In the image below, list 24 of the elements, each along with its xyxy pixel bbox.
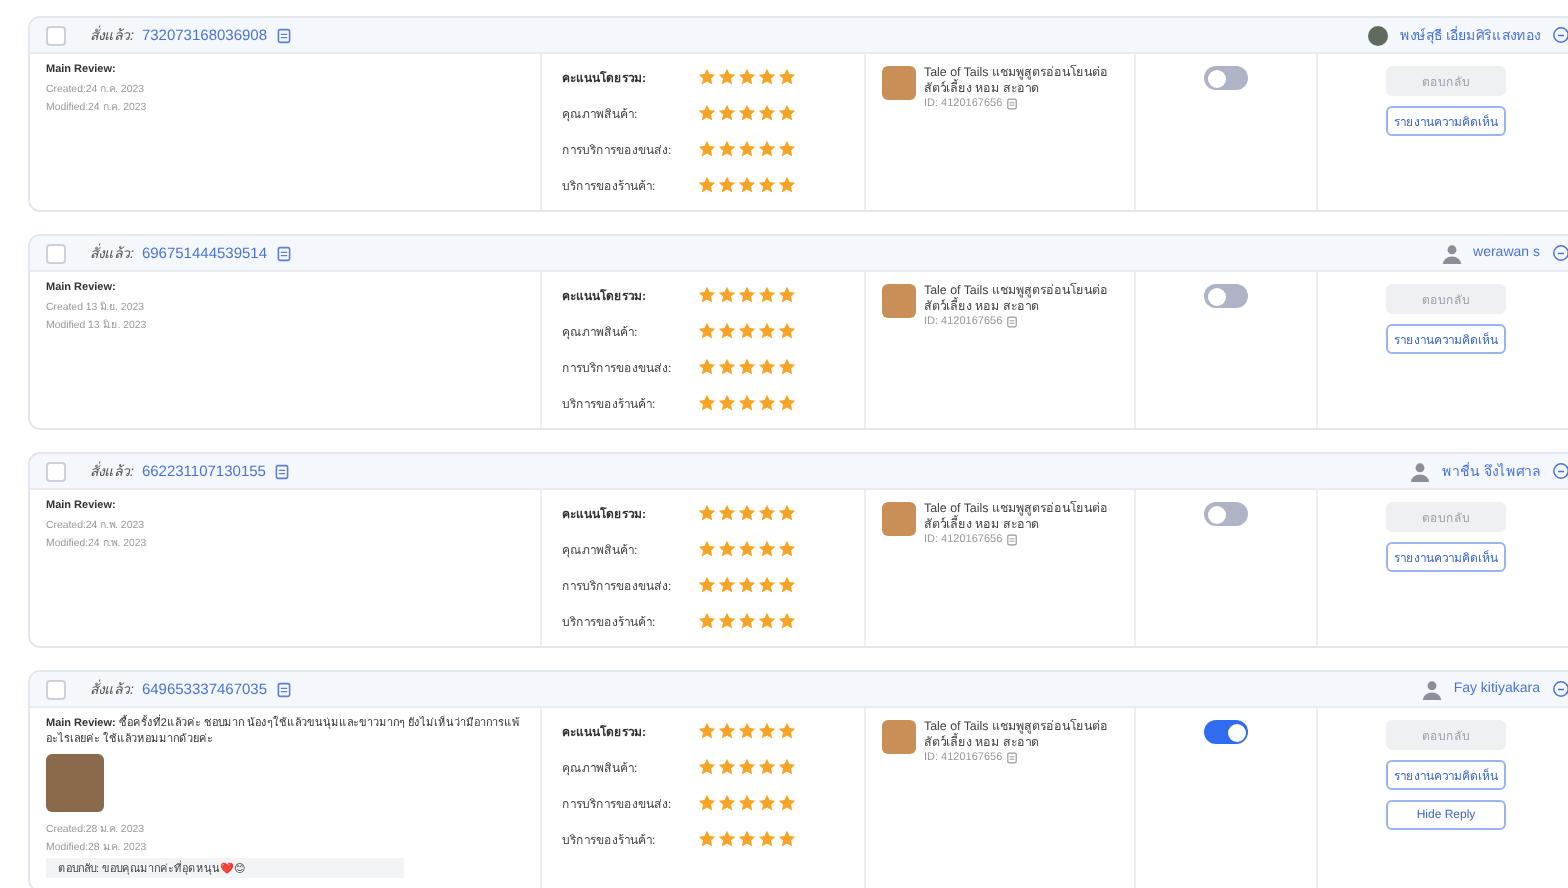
product-photo-placeholder [882,284,916,318]
copy-icon[interactable] [1006,97,1019,109]
row-checkbox[interactable] [46,243,66,263]
row-checkbox[interactable] [46,461,66,481]
copy-icon[interactable] [1006,315,1019,327]
copy-icon[interactable] [275,27,292,43]
copy-icon[interactable] [1006,751,1019,763]
product-photo-placeholder [882,720,916,754]
product-photo-placeholder [882,66,916,100]
visibility-toggle[interactable] [1204,66,1248,90]
row-checkbox[interactable] [46,679,66,699]
visibility-toggle[interactable] [1204,284,1248,308]
visibility-toggle[interactable] [1204,502,1248,526]
copy-icon[interactable] [273,463,290,479]
chat-icon[interactable] [1552,244,1568,262]
chat-icon[interactable] [1552,26,1568,44]
row-checkbox[interactable] [46,25,66,45]
chat-icon[interactable] [1552,680,1568,698]
chat-icon[interactable] [1552,462,1568,480]
copy-icon[interactable] [275,681,292,697]
visibility-toggle[interactable] [1204,720,1248,744]
copy-icon[interactable] [275,245,292,261]
copy-icon[interactable] [1006,533,1019,545]
product-photo-placeholder [882,502,916,536]
